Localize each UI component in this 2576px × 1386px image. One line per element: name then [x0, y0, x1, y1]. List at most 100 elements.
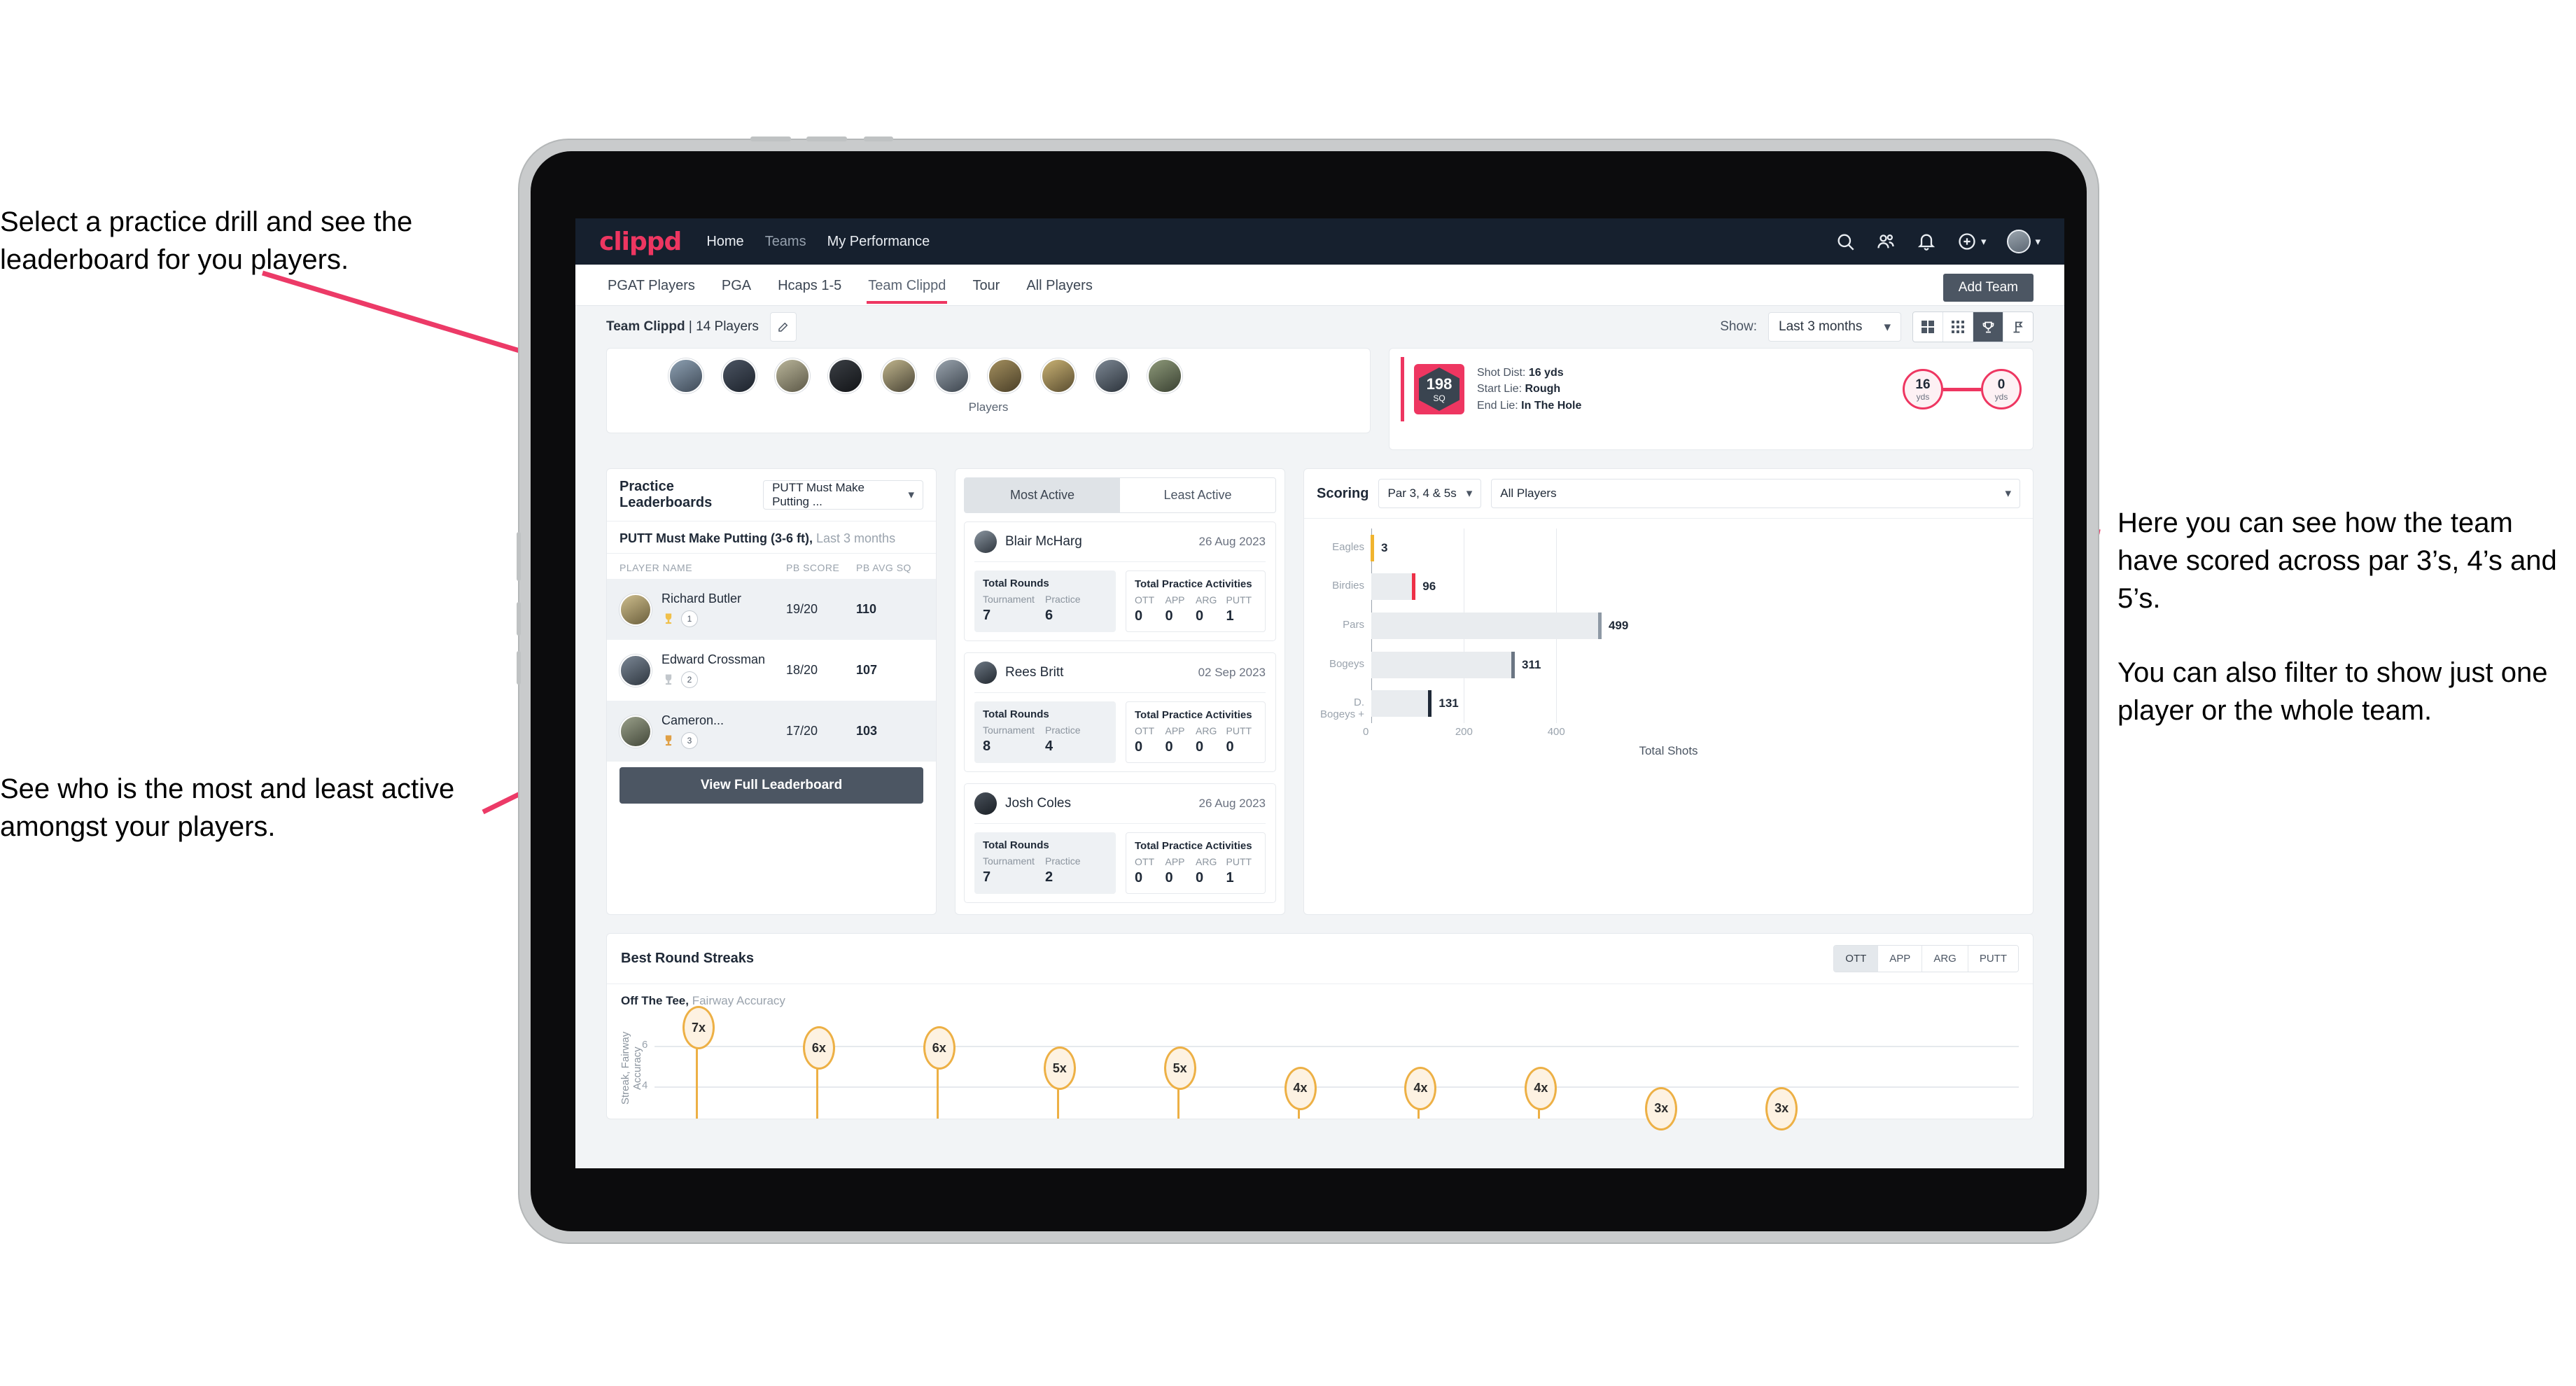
tab-pgat-players[interactable]: PGAT Players [606, 267, 696, 304]
avatar[interactable] [828, 358, 863, 393]
scoring-card: Scoring Par 3, 4 & 5s ▾ All Players ▾ 0 2… [1303, 468, 2033, 915]
par-select[interactable]: Par 3, 4 & 5s ▾ [1378, 479, 1482, 508]
app-label: APP [1165, 856, 1185, 867]
streak-marker[interactable]: 3x [1645, 1086, 1678, 1130]
avatar [620, 715, 652, 748]
streak-marker[interactable]: 4x [1284, 1066, 1317, 1110]
team-filter-bar: Team Clippd | 14 Players Show: Last 3 mo… [575, 306, 2064, 348]
activity-card: Most Active Least Active Blair McHarg 26… [955, 468, 1285, 915]
avatar[interactable] [1094, 358, 1129, 393]
tournament-label: Tournament [983, 594, 1035, 605]
chevron-down-icon[interactable]: ▾ [1981, 235, 1987, 248]
flag-icon[interactable] [2003, 312, 2033, 342]
avatar[interactable] [775, 358, 810, 393]
show-label: Show: [1720, 319, 1757, 334]
streak-marker[interactable]: 4x [1525, 1066, 1558, 1110]
streak-marker[interactable]: 5x [1163, 1046, 1196, 1090]
app-value: 0 [1165, 608, 1173, 624]
plus-menu[interactable]: ▾ [1957, 232, 1987, 251]
tab-hcaps-1-5[interactable]: Hcaps 1-5 [776, 267, 843, 304]
app-header: clippd Home Teams My Performance ▾ ▾ [575, 218, 2064, 265]
arg-label: ARG [1196, 725, 1217, 736]
chevron-down-icon: ▾ [908, 488, 914, 501]
tab-tour[interactable]: Tour [971, 267, 1001, 304]
chevron-down-icon[interactable]: ▾ [2035, 235, 2040, 248]
nav-my-performance[interactable]: My Performance [827, 234, 930, 250]
ott-label: OTT [1135, 725, 1154, 736]
avatar[interactable] [722, 358, 757, 393]
avatar[interactable] [934, 358, 969, 393]
bar [1371, 612, 1602, 639]
search-icon[interactable] [1835, 232, 1855, 251]
leaderboard-player-2: Edward Crossman 2 [662, 652, 786, 688]
player-select[interactable]: All Players ▾ [1491, 479, 2020, 508]
edit-team-button[interactable] [769, 312, 797, 342]
end-distance-unit: yds [1994, 391, 2008, 402]
y-tick-label: 6 [642, 1039, 648, 1051]
list-item[interactable]: Josh Coles 26 Aug 2023 Total Rounds Tour… [964, 783, 1276, 903]
pb-avg-sq: 107 [856, 663, 878, 677]
tab-all-players[interactable]: All Players [1025, 267, 1093, 304]
segment-ott[interactable]: OTT [1834, 946, 1879, 972]
streak-marker[interactable]: 5x [1043, 1046, 1076, 1090]
start-distance-value: 16 [1915, 377, 1931, 392]
end-distance-dot: 0 yds [1981, 369, 2022, 410]
avatar[interactable] [668, 358, 704, 393]
player-rank-badge: 2 [662, 671, 786, 688]
arg-value: 0 [1196, 870, 1204, 886]
app-label: APP [1165, 594, 1185, 606]
avatar[interactable] [2007, 230, 2031, 253]
tab-pga[interactable]: PGA [720, 267, 752, 304]
view-full-leaderboard-button[interactable]: View Full Leaderboard [620, 767, 923, 804]
streak-marker[interactable]: 6x [923, 1026, 955, 1070]
bell-icon[interactable] [1917, 232, 1936, 251]
plus-circle-icon[interactable] [1957, 232, 1977, 251]
list-item[interactable]: Blair McHarg 26 Aug 2023 Total Rounds To… [964, 522, 1276, 641]
people-icon[interactable] [1876, 232, 1896, 251]
tab-least-active[interactable]: Least Active [1120, 478, 1275, 512]
table-row[interactable]: Richard Butler 1 19/20 110 [607, 579, 936, 640]
arg-label: ARG [1196, 856, 1217, 867]
putt-label: PUTT [1226, 594, 1252, 606]
grid-large-icon[interactable] [1913, 312, 1943, 342]
segment-arg[interactable]: ARG [1922, 946, 1968, 972]
table-row[interactable]: Edward Crossman 2 18/20 107 [607, 640, 936, 701]
divider [974, 561, 1266, 562]
avatar[interactable] [1041, 358, 1076, 393]
pb-score: 19/20 [786, 602, 818, 616]
activity-stats: Total Rounds Tournament 7 Practice 2 Total… [974, 832, 1266, 894]
profile-menu[interactable]: ▾ [2007, 230, 2040, 253]
practice-values: OTT 0 APP 0 ARG 0 PUTT 1 [1135, 594, 1256, 624]
clippd-logo[interactable]: clippd [599, 227, 682, 256]
period-select[interactable]: Last 3 months ▾ [1768, 312, 1901, 342]
tab-most-active[interactable]: Most Active [965, 478, 1120, 512]
tab-team-clippd[interactable]: Team Clippd [867, 267, 948, 304]
dashboard-content: Players 198 SQ Shot Dist: 16 yds Start L… [575, 348, 2064, 1130]
total-rounds-box: Total Rounds Tournament 8 Practice 4 [974, 701, 1116, 763]
nav-home[interactable]: Home [706, 234, 743, 250]
segment-putt[interactable]: PUTT [1968, 946, 2018, 972]
streak-marker[interactable]: 4x [1404, 1066, 1437, 1110]
player-name: Josh Coles [1005, 796, 1071, 811]
streak-marker[interactable]: 7x [682, 1006, 715, 1050]
streak-marker[interactable]: 6x [802, 1026, 835, 1070]
rank-number: 3 [681, 732, 698, 749]
table-row[interactable]: Cameron... 3 17/20 103 [607, 701, 936, 762]
avatar[interactable] [1147, 358, 1182, 393]
segment-app[interactable]: APP [1878, 946, 1923, 972]
avatar[interactable] [988, 358, 1023, 393]
drill-select[interactable]: PUTT Must Make Putting ... ▾ [763, 480, 923, 510]
list-item[interactable]: Rees Britt 02 Sep 2023 Total Rounds Tour… [964, 652, 1276, 772]
grid-small-icon[interactable] [1943, 312, 1973, 342]
add-team-button[interactable]: Add Team [1942, 274, 2033, 302]
nav-teams[interactable]: Teams [765, 234, 806, 250]
trophy-icon[interactable] [1973, 312, 2003, 342]
total-practice-title: Total Practice Activities [1135, 578, 1252, 590]
bar-value: 311 [1522, 657, 1541, 671]
total-rounds-box: Total Rounds Tournament 7 Practice 2 [974, 832, 1116, 894]
avatar[interactable] [881, 358, 916, 393]
streak-marker[interactable]: 3x [1765, 1086, 1798, 1130]
avatar [620, 593, 652, 626]
avatar [620, 654, 652, 687]
avatar [974, 531, 997, 553]
